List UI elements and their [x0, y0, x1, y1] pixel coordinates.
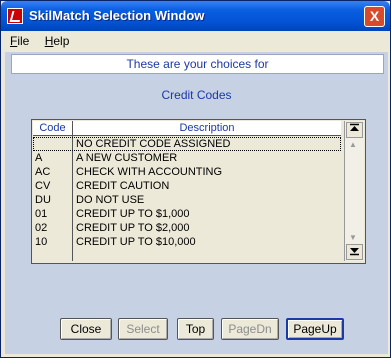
choices-grid[interactable]: Code Description NO CREDIT CODE ASSIGNED… [31, 119, 366, 264]
scroll-down-arrow-icon[interactable]: ▼ [349, 233, 357, 242]
page-up-button[interactable]: PageUp [286, 318, 344, 340]
banner-text: These are your choices for [126, 57, 269, 71]
app-icon [7, 8, 23, 24]
row-code: 10 [35, 236, 48, 248]
column-header-code[interactable]: Code [33, 121, 73, 136]
scroll-to-top-button[interactable] [346, 122, 363, 138]
menu-file[interactable]: File [4, 31, 35, 48]
scroll-bottom-icon [350, 248, 359, 256]
banner-box: These are your choices for [11, 54, 384, 74]
menu-bar: File Help [4, 31, 389, 50]
title-bar[interactable]: SkilMatch Selection Window X [1, 1, 390, 31]
row-description: A NEW CUSTOMER [76, 152, 178, 164]
row-code: DU [35, 194, 51, 206]
row-description: NO CREDIT CODE ASSIGNED [76, 138, 231, 150]
table-row[interactable]: 02 CREDIT UP TO $2,000 [33, 221, 341, 235]
grid-rows: NO CREDIT CODE ASSIGNED A A NEW CUSTOMER AC… [33, 137, 341, 249]
scroll-top-icon [350, 123, 359, 131]
row-description: CREDIT UP TO $10,000 [76, 236, 196, 248]
close-button[interactable]: Close [60, 318, 112, 340]
row-description: DO NOT USE [76, 194, 145, 206]
row-code: CV [35, 180, 51, 192]
table-row[interactable]: A A NEW CUSTOMER [33, 151, 341, 165]
selection-window: SkilMatch Selection Window X File Help T… [0, 0, 391, 358]
menu-help[interactable]: Help [39, 31, 76, 48]
close-window-button[interactable]: X [364, 6, 385, 27]
row-code: A [35, 152, 43, 164]
table-row[interactable]: 01 CREDIT UP TO $1,000 [33, 207, 341, 221]
column-header-description[interactable]: Description [73, 121, 341, 136]
row-description: CREDIT UP TO $1,000 [76, 208, 190, 220]
table-row[interactable]: DU DO NOT USE [33, 193, 341, 207]
table-row[interactable]: NO CREDIT CODE ASSIGNED [33, 137, 341, 151]
page-down-button[interactable]: PageDn [221, 318, 279, 340]
scroll-to-bottom-button[interactable] [346, 244, 363, 260]
row-description: CREDIT UP TO $2,000 [76, 222, 190, 234]
client-area: These are your choices for Credit Codes … [5, 52, 388, 354]
select-button[interactable]: Select [118, 318, 168, 340]
list-subtitle: Credit Codes [161, 88, 232, 102]
row-code: AC [35, 166, 51, 178]
row-code: 02 [35, 222, 48, 234]
top-button[interactable]: Top [177, 318, 214, 340]
close-icon: X [369, 8, 380, 24]
table-row[interactable]: 10 CREDIT UP TO $10,000 [33, 235, 341, 249]
window-title: SkilMatch Selection Window [29, 8, 205, 23]
button-row: Close Select Top PageDn PageUp [5, 318, 388, 342]
row-description: CREDIT CAUTION [76, 180, 170, 192]
table-row[interactable]: AC CHECK WITH ACCOUNTING [33, 165, 341, 179]
scroll-up-arrow-icon[interactable]: ▲ [349, 140, 357, 149]
row-description: CHECK WITH ACCOUNTING [76, 166, 223, 178]
row-code: 01 [35, 208, 48, 220]
table-row[interactable]: CV CREDIT CAUTION [33, 179, 341, 193]
vertical-scrollbar[interactable]: ▲ ▼ [344, 121, 364, 261]
grid-body: Code Description NO CREDIT CODE ASSIGNED… [33, 121, 341, 261]
